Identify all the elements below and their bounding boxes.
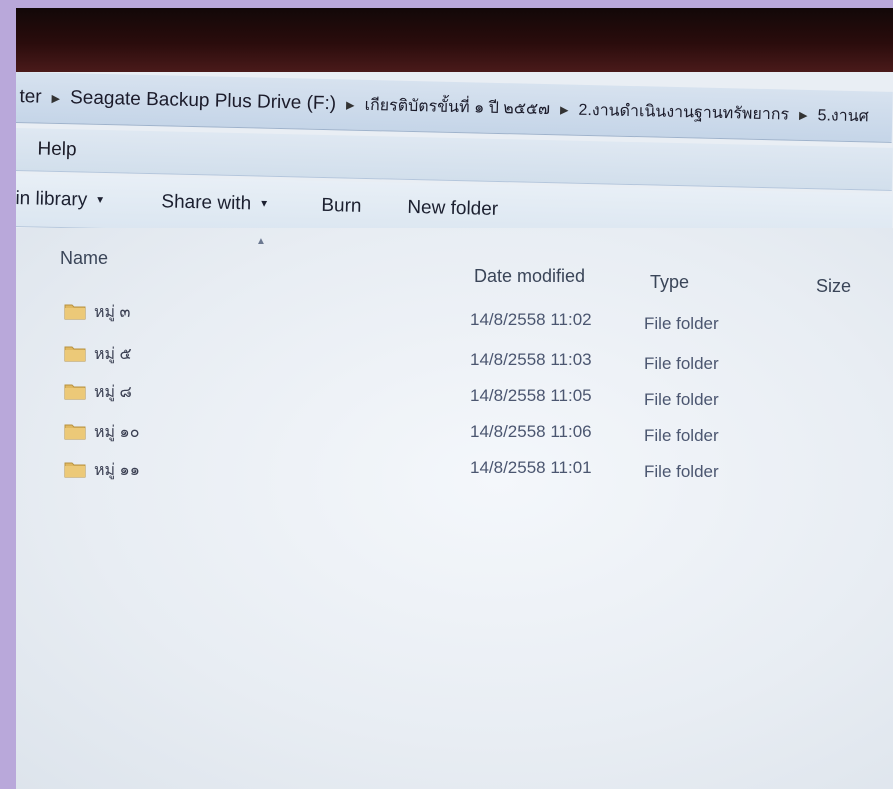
chevron-right-icon[interactable]: ▶ <box>554 103 575 116</box>
column-header-size[interactable]: Size <box>816 276 851 297</box>
breadcrumb-item-folder-1[interactable]: เกียรติบัตรขั้นที่ ๑ ปี ๒๕๕๗ <box>360 92 554 121</box>
file-type: File folder <box>644 314 719 333</box>
file-date: 14/8/2558 11:02 <box>470 310 592 329</box>
burn-button[interactable]: Burn <box>321 195 362 218</box>
menu-help[interactable]: Help <box>37 138 77 161</box>
file-row[interactable]: หมู่ ๓ 14/8/2558 11:02 File folder <box>16 298 893 333</box>
file-type: File folder <box>644 462 719 481</box>
chevron-down-icon: ▼ <box>259 199 270 211</box>
share-with-label: Share with <box>161 191 252 215</box>
share-with-button[interactable]: Share with ▼ <box>161 191 269 215</box>
explorer-window: ter ▶ Seagate Backup Plus Drive (F:) ▶ เ… <box>16 8 893 789</box>
file-name: หมู่ ๑๐ <box>94 424 140 441</box>
file-name: หมู่ ๓ <box>94 304 131 321</box>
photo-border-left <box>0 0 16 789</box>
chevron-right-icon[interactable]: ▶ <box>793 108 814 121</box>
file-name: หมู่ ๑๑ <box>94 462 140 479</box>
folder-icon <box>64 304 86 320</box>
file-name: หมู่ ๘ <box>94 384 132 401</box>
file-row[interactable]: หมู่ ๑๐ 14/8/2558 11:06 File folder <box>16 418 893 448</box>
file-date: 14/8/2558 11:03 <box>470 350 592 369</box>
folder-icon <box>64 462 86 478</box>
file-list: Name ▲ Date modified Type Size หมู่ ๓ 14… <box>16 228 893 789</box>
file-date: 14/8/2558 11:05 <box>470 386 592 405</box>
chevron-right-icon[interactable]: ▶ <box>45 91 66 104</box>
new-folder-button[interactable]: New folder <box>407 197 498 221</box>
file-type: File folder <box>644 426 719 445</box>
breadcrumb-item-computer[interactable]: ter <box>16 86 46 109</box>
file-row[interactable]: หมู่ ๕ 14/8/2558 11:03 File folder <box>16 340 893 373</box>
folder-icon <box>64 346 86 362</box>
photo-border-top <box>0 0 893 8</box>
breadcrumb-item-folder-3[interactable]: 5.งานศ <box>813 103 873 129</box>
include-in-library-button[interactable]: in library ▼ <box>16 188 105 212</box>
file-date: 14/8/2558 11:01 <box>470 458 592 477</box>
chevron-down-icon: ▼ <box>95 195 106 207</box>
file-name: หมู่ ๕ <box>94 346 132 363</box>
folder-icon <box>64 424 86 440</box>
breadcrumb-item-folder-2[interactable]: 2.งานดำเนินงานฐานทรัพยากร <box>574 97 793 127</box>
include-in-library-label: in library <box>16 187 88 211</box>
file-type: File folder <box>644 390 719 409</box>
file-row[interactable]: หมู่ ๘ 14/8/2558 11:05 File folder <box>16 378 893 409</box>
file-date: 14/8/2558 11:06 <box>470 422 592 441</box>
sort-up-icon: ▲ <box>256 236 266 247</box>
column-header-name[interactable]: Name <box>60 248 108 269</box>
monitor-bezel <box>16 8 893 72</box>
chevron-right-icon[interactable]: ▶ <box>340 98 361 111</box>
breadcrumb-item-drive[interactable]: Seagate Backup Plus Drive (F:) <box>66 87 341 115</box>
column-header-type[interactable]: Type <box>650 272 689 293</box>
file-type: File folder <box>644 354 719 373</box>
folder-icon <box>64 384 86 400</box>
file-row[interactable]: หมู่ ๑๑ 14/8/2558 11:01 File folder <box>16 456 893 486</box>
column-header-date-modified[interactable]: Date modified <box>474 266 585 287</box>
